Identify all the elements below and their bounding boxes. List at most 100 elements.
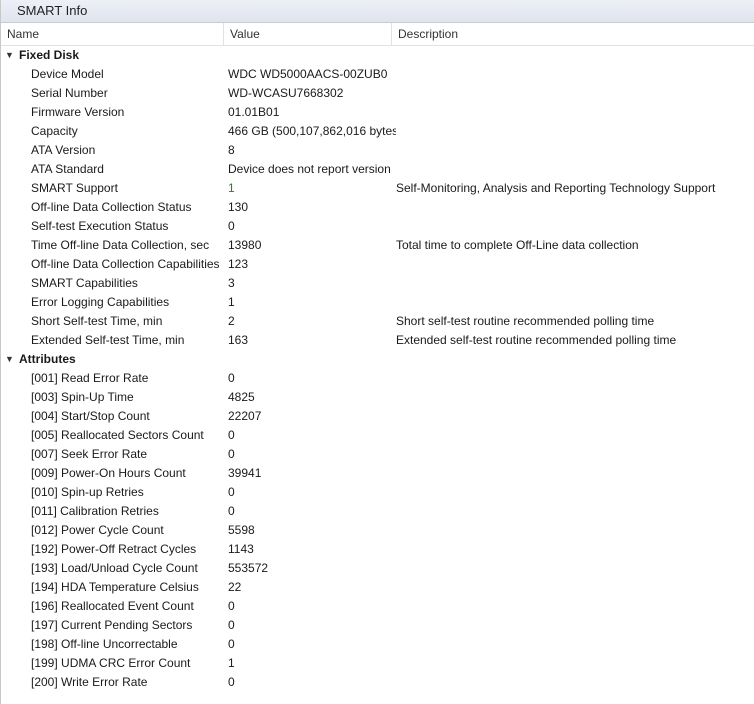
- row-name: [012] Power Cycle Count: [31, 523, 164, 537]
- row-name: [198] Off-line Uncorrectable: [31, 637, 178, 651]
- row-name: [192] Power-Off Retract Cycles: [31, 542, 197, 556]
- tree-row[interactable]: ATA Standard Device does not report versi…: [1, 160, 754, 179]
- row-value: 01.01B01: [228, 105, 280, 119]
- row-value: 1: [228, 181, 235, 195]
- tree-row[interactable]: [007] Seek Error Rate 0: [1, 445, 754, 464]
- tree-row[interactable]: Capacity 466 GB (500,107,862,016 bytes): [1, 122, 754, 141]
- row-description: [396, 255, 754, 274]
- smart-info-window: SMART Info Name Value Description ▼ Fixed…: [0, 0, 754, 704]
- row-value: 22207: [228, 409, 262, 423]
- tree-row[interactable]: [010] Spin-up Retries 0: [1, 483, 754, 502]
- tree-row[interactable]: [012] Power Cycle Count 5598: [1, 521, 754, 540]
- tree-row[interactable]: [003] Spin-Up Time 4825: [1, 388, 754, 407]
- row-value: 5598: [228, 523, 255, 537]
- row-name: Serial Number: [31, 86, 108, 100]
- row-description: [396, 559, 754, 578]
- row-value: 8: [228, 143, 235, 157]
- row-description: [396, 521, 754, 540]
- tree-row[interactable]: [192] Power-Off Retract Cycles 1143: [1, 540, 754, 559]
- column-header-name[interactable]: Name: [1, 23, 224, 45]
- tree-row[interactable]: [193] Load/Unload Cycle Count 553572: [1, 559, 754, 578]
- tree-row[interactable]: Self-test Execution Status 0: [1, 217, 754, 236]
- row-description: [396, 407, 754, 426]
- row-name: Short Self-test Time, min: [31, 314, 163, 328]
- tree-row[interactable]: Off-line Data Collection Capabilities 123: [1, 255, 754, 274]
- tree-list: ▼ Fixed Disk Device Model WDC WD5000AACS-00…: [1, 46, 754, 692]
- row-value: 22: [228, 580, 242, 594]
- tree-row[interactable]: [197] Current Pending Sectors 0: [1, 616, 754, 635]
- row-description: [396, 369, 754, 388]
- row-description: [396, 141, 754, 160]
- tree-group-header[interactable]: ▼ Attributes: [1, 350, 754, 369]
- row-description: Extended self-test routine recommended p…: [396, 333, 677, 347]
- row-value: 466 GB (500,107,862,016 bytes): [228, 124, 396, 138]
- row-name: [193] Load/Unload Cycle Count: [31, 561, 198, 575]
- tree-row[interactable]: [001] Read Error Rate 0: [1, 369, 754, 388]
- row-name: [005] Reallocated Sectors Count: [31, 428, 204, 442]
- row-description: [396, 103, 754, 122]
- row-value: 2: [228, 314, 235, 328]
- tree-row[interactable]: [200] Write Error Rate 0: [1, 673, 754, 692]
- row-description: [396, 65, 754, 84]
- row-description: Short self-test routine recommended poll…: [396, 314, 655, 328]
- row-value: 39941: [228, 466, 262, 480]
- tree-row[interactable]: [194] HDA Temperature Celsius 22: [1, 578, 754, 597]
- tree-row[interactable]: SMART Support 1 Self-Monitoring, Analysis …: [1, 179, 754, 198]
- row-name: [004] Start/Stop Count: [31, 409, 150, 423]
- row-value: 0: [228, 504, 235, 518]
- tree-row[interactable]: Firmware Version 01.01B01: [1, 103, 754, 122]
- tree-row[interactable]: Time Off-line Data Collection, sec 13980 T…: [1, 236, 754, 255]
- tree-row[interactable]: Error Logging Capabilities 1: [1, 293, 754, 312]
- tree-row[interactable]: [005] Reallocated Sectors Count 0: [1, 426, 754, 445]
- tree-row[interactable]: [004] Start/Stop Count 22207: [1, 407, 754, 426]
- tree-row[interactable]: Short Self-test Time, min 2 Short self-tes…: [1, 312, 754, 331]
- row-name: [197] Current Pending Sectors: [31, 618, 193, 632]
- tree-row[interactable]: Device Model WDC WD5000AACS-00ZUB0: [1, 65, 754, 84]
- tree-row[interactable]: Off-line Data Collection Status 130: [1, 198, 754, 217]
- row-name: Error Logging Capabilities: [31, 295, 170, 309]
- row-value: 0: [228, 447, 235, 461]
- row-value: 0: [228, 371, 235, 385]
- row-description: Total time to complete Off-Line data col…: [396, 238, 639, 252]
- tree-row[interactable]: SMART Capabilities 3: [1, 274, 754, 293]
- row-value: 13980: [228, 238, 262, 252]
- row-name: SMART Support: [31, 181, 118, 195]
- row-description: [396, 540, 754, 559]
- row-value: 553572: [228, 561, 269, 575]
- row-value: 0: [228, 637, 235, 651]
- tree-row[interactable]: ATA Version 8: [1, 141, 754, 160]
- tree-row[interactable]: [196] Reallocated Event Count 0: [1, 597, 754, 616]
- tree-group-header[interactable]: ▼ Fixed Disk: [1, 46, 754, 65]
- row-description: [396, 293, 754, 312]
- row-description: [396, 464, 754, 483]
- row-name: [200] Write Error Rate: [31, 675, 148, 689]
- tree-row[interactable]: Extended Self-test Time, min 163 Extended …: [1, 331, 754, 350]
- column-header: Name Value Description: [1, 23, 754, 46]
- row-value: Device does not report version: [228, 162, 391, 176]
- column-header-description[interactable]: Description: [392, 23, 754, 45]
- tree-row[interactable]: [011] Calibration Retries 0: [1, 502, 754, 521]
- row-value: 1: [228, 295, 235, 309]
- row-name: [007] Seek Error Rate: [31, 447, 148, 461]
- row-name: Off-line Data Collection Capabilities: [31, 257, 220, 271]
- row-description: [396, 616, 754, 635]
- row-description: Self-Monitoring, Analysis and Reporting …: [396, 181, 716, 195]
- row-name: [010] Spin-up Retries: [31, 485, 144, 499]
- window-title: SMART Info: [1, 0, 754, 23]
- tree-row[interactable]: [199] UDMA CRC Error Count 1: [1, 654, 754, 673]
- column-header-value[interactable]: Value: [224, 23, 392, 45]
- row-value: 0: [228, 428, 235, 442]
- row-value: 130: [228, 200, 249, 214]
- tree-row[interactable]: [198] Off-line Uncorrectable 0: [1, 635, 754, 654]
- tree-row[interactable]: Serial Number WD-WCASU7668302: [1, 84, 754, 103]
- row-name: ATA Version: [31, 143, 96, 157]
- row-name: [001] Read Error Rate: [31, 371, 149, 385]
- chevron-down-icon[interactable]: ▼: [5, 46, 19, 65]
- chevron-down-icon[interactable]: ▼: [5, 350, 19, 369]
- row-description: [396, 673, 754, 692]
- row-description: [396, 198, 754, 217]
- tree-row[interactable]: [009] Power-On Hours Count 39941: [1, 464, 754, 483]
- row-name: ATA Standard: [31, 162, 104, 176]
- row-name: [003] Spin-Up Time: [31, 390, 134, 404]
- row-name: [011] Calibration Retries: [31, 504, 159, 518]
